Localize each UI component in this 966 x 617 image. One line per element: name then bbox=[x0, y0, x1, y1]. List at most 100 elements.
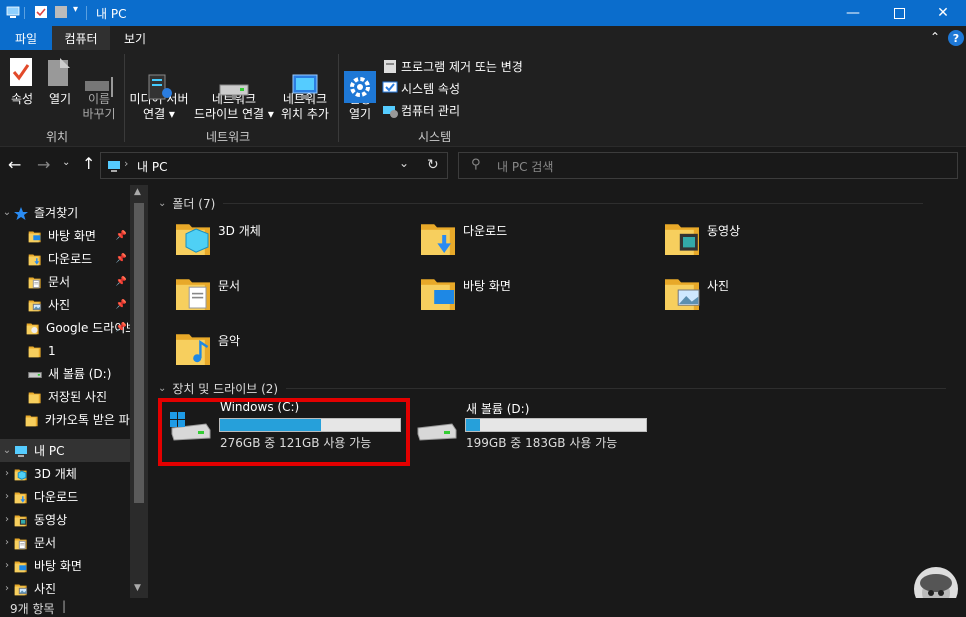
search-box[interactable]: ⚲ 내 PC 검색 bbox=[458, 152, 958, 179]
refresh-icon[interactable]: ↻ bbox=[427, 157, 439, 173]
open-label: 열기 bbox=[48, 92, 72, 106]
address-dropdown-icon[interactable]: ⌄ bbox=[399, 156, 409, 170]
folder-icon bbox=[25, 413, 39, 427]
group-label-network: 네트워크 bbox=[206, 130, 251, 144]
chevron-right-icon[interactable]: › bbox=[0, 537, 14, 548]
minimize-button[interactable]: — bbox=[830, 0, 876, 26]
computer-management-button[interactable]: 컴퓨터 관리 bbox=[382, 100, 460, 120]
nav-scrollbar[interactable]: ▲ ▼ bbox=[130, 185, 148, 598]
chevron-right-icon[interactable]: › bbox=[0, 560, 14, 571]
nav-pc-item[interactable]: › 문서 bbox=[0, 531, 130, 554]
chevron-down-icon[interactable]: ⌄ bbox=[0, 445, 14, 456]
chevron-right-icon[interactable]: › bbox=[0, 491, 14, 502]
back-arrow-icon[interactable]: ← bbox=[8, 155, 21, 174]
pin-icon[interactable]: 📌 bbox=[116, 300, 127, 310]
properties-label: 속성 bbox=[10, 92, 34, 106]
nav-pc-label: 바탕 화면 bbox=[34, 559, 82, 573]
folder-icon bbox=[28, 344, 42, 358]
nav-quick-label: 다운로드 bbox=[48, 252, 93, 266]
rename-icon bbox=[83, 56, 115, 97]
media-server-icon bbox=[143, 56, 175, 100]
address-box[interactable]: › 내 PC ⌄ ↻ bbox=[100, 152, 448, 179]
nav-quick-item[interactable]: 다운로드 📌 bbox=[0, 247, 130, 270]
nav-quick-item[interactable]: 사진 📌 bbox=[0, 293, 130, 316]
chevron-down-icon[interactable]: ⌄ bbox=[158, 198, 166, 209]
properties-icon bbox=[6, 56, 38, 88]
properties-button[interactable]: 속성 bbox=[4, 56, 40, 107]
folder-item[interactable]: 다운로드 bbox=[419, 217, 639, 265]
maximize-button[interactable] bbox=[876, 0, 922, 26]
uninstall-program-button[interactable]: 프로그램 제거 또는 변경 bbox=[382, 56, 523, 76]
collapse-ribbon-icon[interactable]: ⌃ bbox=[930, 30, 940, 44]
folder-item[interactable]: 동영상 bbox=[663, 217, 883, 265]
breadcrumb[interactable]: 내 PC bbox=[137, 158, 167, 175]
nav-this-pc-label: 내 PC bbox=[34, 444, 65, 458]
nav-pc-item[interactable]: › 사진 bbox=[0, 577, 130, 598]
nav-quick-item[interactable]: 저장된 사진 bbox=[0, 385, 130, 408]
nav-quick-item[interactable]: 카카오톡 받은 파일 bbox=[0, 408, 130, 431]
drives-section-header[interactable]: ⌄ 장치 및 드라이브 (2) bbox=[158, 380, 958, 397]
nav-quick-item[interactable]: 1 bbox=[0, 339, 130, 362]
nav-pc-item[interactable]: › 다운로드 bbox=[0, 485, 130, 508]
content-pane: ⌄ 폴더 (7) 3D 개체 다운로드 동영상문서 바탕 화면 사진음악 ⌄ 장치 및 … bbox=[148, 185, 966, 611]
nav-pc-item[interactable]: › 3D 개체 bbox=[0, 462, 130, 485]
chevron-right-icon[interactable]: › bbox=[0, 583, 14, 594]
folder-item[interactable]: 사진 bbox=[663, 272, 883, 320]
open-settings-button[interactable]: 설정 열기 bbox=[342, 56, 378, 122]
nav-pc-item[interactable]: › 동영상 bbox=[0, 508, 130, 531]
search-icon: ⚲ bbox=[471, 157, 481, 172]
pin-icon[interactable]: 📌 bbox=[116, 254, 127, 264]
nav-quick-item[interactable]: 바탕 화면 📌 bbox=[0, 224, 130, 247]
up-arrow-icon[interactable]: ↑ bbox=[82, 154, 95, 173]
chevron-down-icon[interactable]: ⌄ bbox=[0, 207, 14, 218]
nav-quick-item[interactable]: 새 볼륨 (D:) bbox=[0, 362, 130, 385]
pin-icon[interactable]: 📌 bbox=[116, 231, 127, 241]
nav-quick-access[interactable]: ⌄ 즐겨찾기 bbox=[0, 201, 130, 224]
tab-file[interactable]: 파일 bbox=[0, 26, 52, 50]
folder-icon bbox=[28, 390, 42, 404]
nav-scrollbar-thumb[interactable] bbox=[134, 203, 144, 503]
forward-arrow-icon[interactable]: → bbox=[37, 155, 50, 174]
breadcrumb-separator-icon[interactable]: › bbox=[124, 157, 128, 170]
properties-quick-icon[interactable] bbox=[34, 5, 48, 19]
system-properties-button[interactable]: 시스템 속성 bbox=[382, 78, 460, 98]
pin-icon[interactable]: 📌 bbox=[116, 323, 127, 333]
open-button[interactable]: 열기 bbox=[44, 56, 76, 107]
folder-item[interactable]: 음악 bbox=[174, 327, 394, 375]
new-folder-quick-icon[interactable] bbox=[54, 5, 68, 19]
recent-locations-icon[interactable]: ⌄ bbox=[62, 157, 70, 168]
folder-item[interactable]: 바탕 화면 bbox=[419, 272, 639, 320]
system-properties-label: 시스템 속성 bbox=[401, 81, 461, 96]
scroll-down-icon[interactable]: ▼ bbox=[134, 583, 141, 593]
nav-this-pc[interactable]: ⌄ 내 PC bbox=[0, 439, 130, 462]
folders-section-header[interactable]: ⌄ 폴더 (7) bbox=[158, 195, 958, 212]
download-icon bbox=[419, 217, 459, 257]
add-network-location-button[interactable]: 네트워크 위치 추가 bbox=[276, 56, 334, 122]
chevron-right-icon[interactable]: › bbox=[0, 514, 14, 525]
map-network-drive-button[interactable]: 네트워크 드라이브 연결 ▾ bbox=[194, 56, 274, 122]
nav-pc-item[interactable]: › 바탕 화면 bbox=[0, 554, 130, 577]
search-placeholder[interactable]: 내 PC 검색 bbox=[497, 158, 553, 175]
rename-button[interactable]: 이름 바꾸기 bbox=[80, 56, 118, 122]
tab-view[interactable]: 보기 bbox=[114, 26, 156, 50]
customize-quick-access-icon[interactable]: ▾ bbox=[73, 4, 78, 15]
close-button[interactable]: ✕ bbox=[920, 0, 966, 26]
folder-item[interactable]: 3D 개체 bbox=[174, 217, 394, 265]
system-properties-icon bbox=[382, 80, 398, 96]
divider bbox=[223, 203, 924, 204]
drive-item[interactable]: 새 볼륨 (D:) 199GB 중 183GB 사용 가능 bbox=[408, 398, 648, 450]
title-bar: ▾ 내 PC — ✕ bbox=[0, 0, 966, 26]
media-server-button[interactable]: 미디어 서버 연결 ▾ bbox=[126, 56, 192, 122]
folder-item[interactable]: 문서 bbox=[174, 272, 394, 320]
nav-quick-label: 새 볼륨 (D:) bbox=[48, 367, 112, 381]
computer-management-icon bbox=[382, 102, 398, 118]
chevron-right-icon[interactable]: › bbox=[0, 468, 14, 479]
tab-computer[interactable]: 컴퓨터 bbox=[52, 26, 110, 50]
nav-quick-item[interactable]: Google 드라이브 📌 bbox=[0, 316, 130, 339]
scroll-up-icon[interactable]: ▲ bbox=[134, 187, 141, 197]
help-icon[interactable]: ? bbox=[948, 30, 964, 46]
nav-quick-item[interactable]: 문서 📌 bbox=[0, 270, 130, 293]
chevron-down-icon[interactable]: ⌄ bbox=[158, 383, 166, 394]
pin-icon[interactable]: 📌 bbox=[116, 277, 127, 287]
network-location-icon bbox=[289, 56, 321, 99]
